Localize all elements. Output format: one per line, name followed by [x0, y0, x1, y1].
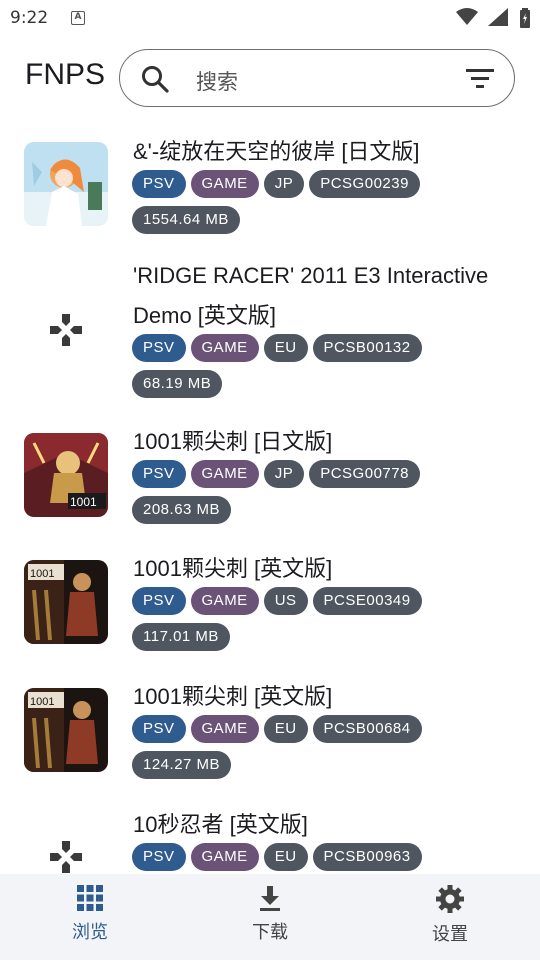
list-item[interactable]: 1001 1001颗尖刺 [英文版] PSV GAME US PCSE00349 11…: [0, 549, 540, 667]
size-badge: 68.19 MB: [132, 370, 223, 398]
list-item[interactable]: &'-绽放在天空的彼岸 [日文版] PSV GAME JP PCSG00239 155…: [0, 130, 540, 248]
type-badge: GAME: [190, 843, 259, 871]
status-bar: 9:22 A: [0, 0, 540, 36]
battery-icon: [520, 8, 530, 28]
list-item[interactable]: 10秒忍者 [英文版] PSV GAME EU PCSB00963: [0, 805, 540, 874]
platform-badge: PSV: [132, 334, 186, 362]
type-badge: GAME: [190, 460, 259, 488]
platform-badge: PSV: [132, 460, 186, 488]
nav-settings-label: 设置: [432, 924, 468, 945]
notification-icon: A: [71, 11, 85, 25]
game-title: 1001颗尖刺 [日文版]: [133, 429, 333, 454]
region-badge: JP: [263, 170, 305, 198]
search-input[interactable]: 搜索: [196, 66, 238, 96]
game-title: 10秒忍者 [英文版]: [133, 812, 308, 837]
bottom-navigation: 浏览 下载 设置: [0, 874, 540, 960]
game-title: &'-绽放在天空的彼岸 [日文版]: [133, 139, 420, 164]
platform-badge: PSV: [132, 715, 186, 743]
region-badge: EU: [263, 843, 308, 871]
id-badge: PCSG00778: [309, 460, 420, 488]
type-badge: GAME: [190, 334, 259, 362]
svg-text:1001: 1001: [30, 696, 54, 708]
nav-browse[interactable]: 浏览: [30, 884, 150, 944]
platform-badge: PSV: [132, 843, 186, 871]
filter-icon[interactable]: [466, 66, 494, 92]
id-badge: PCSB00963: [312, 843, 422, 871]
grid-icon: [77, 885, 103, 911]
svg-text:1001: 1001: [30, 568, 54, 580]
settings-icon: [436, 885, 464, 913]
search-icon[interactable]: [140, 64, 170, 94]
gamepad-icon: [50, 841, 82, 873]
nav-settings[interactable]: 设置: [390, 884, 510, 946]
region-badge: US: [263, 587, 308, 615]
region-badge: EU: [263, 715, 308, 743]
game-thumbnail: 1001: [24, 433, 108, 517]
size-badge: 124.27 MB: [132, 751, 232, 779]
nav-download-label: 下载: [252, 922, 288, 943]
nav-download[interactable]: 下载: [210, 884, 330, 944]
nav-browse-label: 浏览: [72, 922, 108, 943]
platform-badge: PSV: [132, 587, 186, 615]
game-title: 1001颗尖刺 [英文版]: [133, 556, 333, 581]
game-title: 1001颗尖刺 [英文版]: [133, 684, 333, 709]
type-badge: GAME: [190, 587, 259, 615]
platform-badge: PSV: [132, 170, 186, 198]
game-thumbnail: 1001: [24, 560, 108, 644]
region-badge: EU: [263, 334, 308, 362]
id-badge: PCSB00132: [312, 334, 422, 362]
size-badge: 1554.64 MB: [132, 206, 240, 234]
wifi-icon: [456, 8, 478, 25]
app-title: FNPS: [25, 58, 106, 91]
list-item[interactable]: 'RIDGE RACER' 2011 E3 Interactive Demo […: [0, 256, 540, 406]
game-list[interactable]: &'-绽放在天空的彼岸 [日文版] PSV GAME JP PCSG00239 155…: [0, 130, 540, 874]
signal-icon: [488, 8, 508, 26]
size-badge: 208.63 MB: [132, 496, 232, 524]
status-time: 9:22: [10, 8, 49, 28]
list-item[interactable]: 1001 1001颗尖刺 [英文版] PSV GAME EU PCSB00684 12…: [0, 677, 540, 795]
gamepad-icon: [50, 314, 82, 346]
search-bar[interactable]: 搜索: [119, 49, 515, 107]
game-title: 'RIDGE RACER' 2011 E3 Interactive Demo […: [133, 263, 489, 328]
id-badge: PCSE00349: [312, 587, 422, 615]
id-badge: PCSB00684: [312, 715, 422, 743]
game-thumbnail: 1001: [24, 688, 108, 772]
list-item[interactable]: 1001 1001颗尖刺 [日文版] PSV GAME JP PCSG00778 20…: [0, 422, 540, 540]
svg-text:1001: 1001: [70, 495, 97, 509]
download-icon: [260, 886, 280, 911]
type-badge: GAME: [190, 170, 259, 198]
region-badge: JP: [263, 460, 305, 488]
game-thumbnail: [24, 142, 108, 226]
size-badge: 117.01 MB: [132, 623, 230, 651]
type-badge: GAME: [190, 715, 259, 743]
id-badge: PCSG00239: [309, 170, 420, 198]
